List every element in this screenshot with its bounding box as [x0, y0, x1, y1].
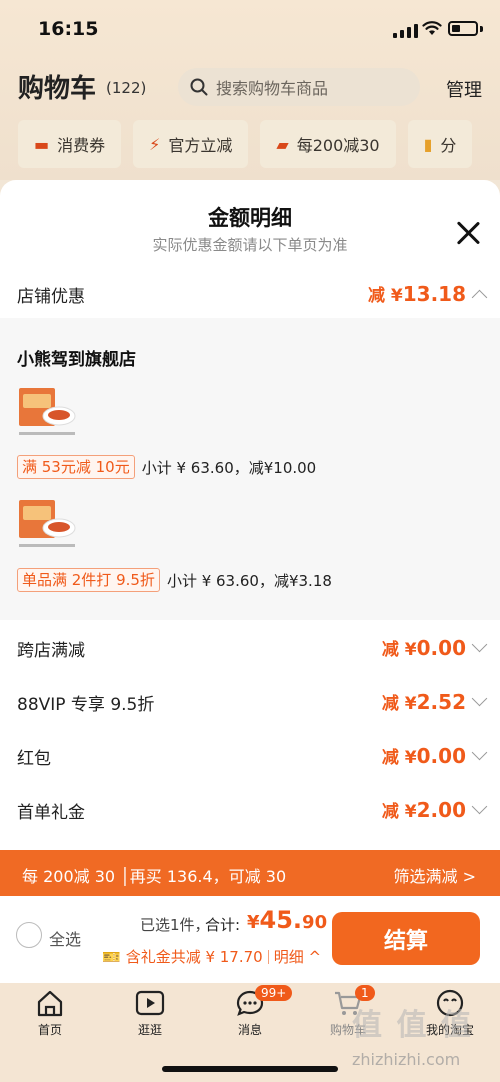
- home-icon: [37, 990, 63, 1017]
- cart-badge: 1: [355, 985, 375, 1001]
- watermark-url: zhizhizhi.com: [352, 1050, 461, 1069]
- shop-name: 小熊驾到旗舰店: [17, 350, 136, 370]
- battery-icon: [448, 21, 478, 36]
- battery-tip: [480, 26, 483, 32]
- full-reduction-banner[interactable]: 每 200减 30 │再买 136.4，可减 30 筛选满减 >: [0, 850, 500, 896]
- shop-discount-details: 小熊驾到旗舰店 满 53元减 10元 小计 ¥ 63.60，减¥10.00 单品…: [0, 318, 500, 620]
- cross-store-discount-row[interactable]: 跨店满减 减 ¥0.00: [0, 622, 500, 674]
- tab-label: 逛逛: [137, 1023, 162, 1037]
- filter-discount-link[interactable]: 筛选满减 >: [394, 863, 477, 887]
- signal-icon: [393, 24, 418, 38]
- watermark-logo: 值 值 值: [352, 1008, 473, 1043]
- select-all-label[interactable]: 全选: [49, 926, 81, 950]
- promo-chips: ▬ 消费券 ⚡ 官方立减 ▰ 每200减30 ▮ 分: [18, 120, 473, 168]
- row-label: 88VIP 专享 9.5折: [17, 695, 155, 715]
- chip-label: 每200减30: [296, 136, 380, 155]
- cart-search-input[interactable]: 搜索购物车商品: [178, 68, 420, 106]
- wifi-icon: [422, 21, 442, 35]
- tab-home[interactable]: 首页: [10, 989, 90, 1038]
- sheet-title: 金额明细: [208, 206, 292, 230]
- chip-label: 消费券: [57, 136, 106, 155]
- close-icon[interactable]: [455, 220, 481, 246]
- chip-coupon[interactable]: ▬ 消费券: [18, 120, 122, 168]
- divider: [267, 949, 269, 964]
- gift-discount-info[interactable]: 🎫 含礼金共减 ¥ 17.70 明细 ^: [102, 946, 321, 967]
- gift-text: 含礼金共减 ¥ 17.70: [125, 948, 263, 966]
- chip-label: 官方立减: [168, 136, 233, 155]
- selected-count: 已选1件，: [140, 916, 210, 934]
- chevron-down-icon: [471, 744, 488, 761]
- promo-line: 单品满 2件打 9.5折 小计 ¥ 63.60，减¥3.18: [17, 568, 332, 592]
- vip-discount-row[interactable]: 88VIP 专享 9.5折 减 ¥2.52: [0, 676, 500, 728]
- sheet-subtitle: 实际优惠金额请以下单页为准: [152, 236, 348, 254]
- row-amount: 减 ¥2.52: [381, 690, 466, 714]
- total-amount: ¥45.90: [247, 906, 328, 934]
- tab-browse[interactable]: 逛逛: [110, 989, 190, 1038]
- message-badge: 99+: [255, 985, 293, 1001]
- promo-tag: 单品满 2件打 9.5折: [17, 568, 160, 592]
- chip-label: 分: [440, 136, 457, 155]
- chip-partial[interactable]: ▮ 分: [407, 120, 473, 168]
- row-label: 店铺优惠: [17, 287, 85, 307]
- row-amount: 减 ¥0.00: [381, 636, 466, 660]
- red-packet-row[interactable]: 红包 减 ¥0.00: [0, 730, 500, 782]
- promo-subtotal: 小计 ¥ 63.60，减¥10.00: [141, 458, 317, 477]
- tab-label: 消息: [237, 1023, 262, 1037]
- search-icon: [190, 78, 208, 96]
- search-placeholder: 搜索购物车商品: [216, 79, 329, 98]
- coupon-icon: ▬: [34, 134, 50, 154]
- status-time: 16:15: [38, 18, 99, 40]
- total-label: 合计:: [205, 916, 241, 934]
- row-amount: 减 ¥0.00: [381, 744, 466, 768]
- promo-tag: 满 53元减 10元: [17, 455, 135, 479]
- promo-line: 满 53元减 10元 小计 ¥ 63.60，减¥10.00: [17, 455, 316, 479]
- select-all-radio[interactable]: [16, 922, 42, 948]
- checkout-bar: 全选 已选1件， 合计: ¥45.90 🎫 含礼金共减 ¥ 17.70 明细 ^…: [0, 896, 500, 983]
- home-indicator: [162, 1066, 338, 1072]
- cart-title: 购物车: [18, 74, 97, 104]
- detail-link[interactable]: 明细 ^: [274, 946, 321, 967]
- product-thumbnail: [19, 500, 76, 547]
- first-order-gift-row[interactable]: 首单礼金 减 ¥2.00: [0, 784, 500, 836]
- play-icon: [135, 990, 165, 1016]
- gift-icon: 🎫: [102, 947, 121, 966]
- row-amount: 减 ¥13.18: [367, 282, 466, 306]
- amount-detail-sheet: 金额明细 实际优惠金额请以下单页为准 店铺优惠 减 ¥13.18 小熊驾到旗舰店…: [0, 180, 500, 983]
- chip-200-minus-30[interactable]: ▰ 每200减30: [260, 120, 396, 168]
- tab-label: 首页: [37, 1023, 62, 1037]
- status-bar: 16:15: [0, 0, 500, 60]
- checkout-button[interactable]: 结算: [332, 912, 480, 965]
- manage-button[interactable]: 管理: [446, 76, 482, 102]
- cart-count: (122): [106, 79, 147, 97]
- chevron-down-icon: [471, 636, 488, 653]
- chevron-down-icon: [471, 798, 488, 815]
- folder-icon: ▮: [423, 134, 433, 154]
- row-amount: 减 ¥2.00: [381, 798, 466, 822]
- chevron-up-icon: [471, 289, 488, 306]
- product-thumbnail: [19, 388, 76, 435]
- row-label: 首单礼金: [17, 803, 85, 823]
- shop-icon: ▰: [276, 134, 289, 154]
- banner-info: 每 200减 30 │再买 136.4，可减 30: [22, 867, 287, 886]
- row-label: 跨店满减: [17, 641, 85, 661]
- chip-official-discount[interactable]: ⚡ 官方立减: [133, 120, 249, 168]
- chevron-down-icon: [471, 690, 488, 707]
- row-label: 红包: [17, 749, 51, 769]
- store-discount-row[interactable]: 店铺优惠 减 ¥13.18: [0, 268, 500, 320]
- promo-subtotal: 小计 ¥ 63.60，减¥3.18: [166, 571, 332, 590]
- lightning-icon: ⚡: [149, 134, 161, 154]
